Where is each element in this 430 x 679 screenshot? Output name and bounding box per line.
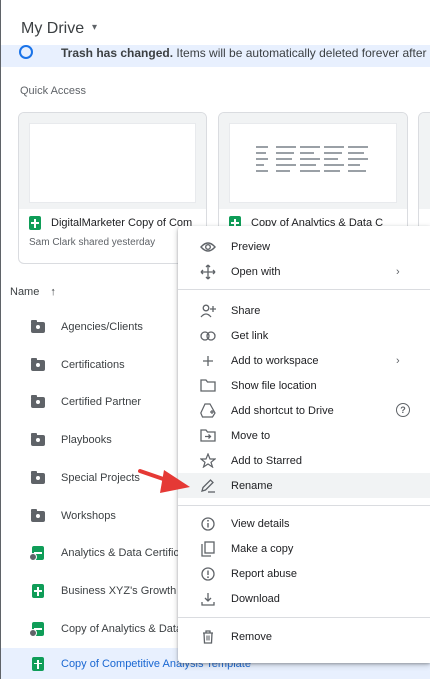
menu-item-view-details[interactable]: View details — [178, 511, 430, 536]
google-sheets-icon — [31, 584, 45, 598]
pencil-icon — [198, 478, 218, 493]
shared-sheets-icon — [29, 622, 45, 637]
menu-item-label: Show file location — [231, 379, 317, 392]
shared-folder-icon — [31, 394, 45, 408]
list-item-label: Business XYZ's Growth Sc — [61, 585, 193, 597]
star-icon — [198, 453, 218, 468]
menu-item-label: Add to Starred — [231, 454, 302, 467]
list-item-label: Workshops — [61, 510, 116, 522]
menu-item-label: View details — [231, 517, 290, 530]
menu-item-report-abuse[interactable]: Report abuse — [178, 561, 430, 586]
menu-divider — [178, 505, 430, 506]
trash-icon — [198, 629, 218, 644]
menu-item-show-file-location[interactable]: Show file location — [178, 373, 430, 398]
menu-item-open-with[interactable]: Open with › — [178, 259, 430, 284]
info-icon — [19, 45, 33, 59]
menu-item-get-link[interactable]: Get link — [178, 323, 430, 348]
list-item-label: Agencies/Clients — [61, 321, 143, 333]
drive-shortcut-icon — [198, 403, 218, 418]
list-item-label: Certified Partner — [61, 396, 142, 408]
menu-item-make-a-copy[interactable]: Make a copy — [178, 536, 430, 561]
google-sheets-icon — [29, 216, 41, 230]
list-item-label: Copy of Analytics & Data C — [61, 623, 194, 635]
sort-arrow-icon[interactable]: ↑ — [50, 286, 56, 298]
menu-item-add-to-starred[interactable]: Add to Starred — [178, 448, 430, 473]
shared-folder-icon — [31, 319, 45, 333]
annotation-arrow — [138, 469, 190, 493]
chevron-down-icon[interactable]: ▾ — [92, 22, 97, 33]
menu-item-label: Remove — [231, 630, 272, 643]
download-icon — [198, 592, 218, 606]
thumbnail-page — [29, 123, 196, 203]
card-file-row: DigitalMarketer Copy of Com — [29, 216, 200, 230]
menu-item-label: Move to — [231, 429, 271, 442]
menu-item-add-shortcut[interactable]: Add shortcut to Drive ? — [178, 398, 430, 423]
menu-item-label: Open with — [231, 265, 281, 278]
menu-item-move-to[interactable]: Move to — [178, 423, 430, 448]
menu-item-download[interactable]: Download — [178, 586, 430, 611]
menu-item-label: Make a copy — [231, 542, 294, 555]
card-activity: Sam Clark shared yesterday — [29, 237, 156, 248]
menu-item-share[interactable]: Share — [178, 298, 430, 323]
alert-icon — [198, 566, 218, 581]
menu-item-rename[interactable]: Rename — [178, 473, 430, 498]
card-thumbnail — [19, 113, 206, 209]
menu-item-remove[interactable]: Remove — [178, 624, 430, 649]
banner-body-text: Items will be automatically deleted fore… — [176, 46, 430, 60]
card-file-name: DigitalMarketer Copy of Com — [51, 217, 193, 229]
menu-divider — [178, 617, 430, 618]
menu-item-preview[interactable]: Preview — [178, 234, 430, 259]
eye-icon — [198, 241, 218, 253]
trash-banner: Trash has changed. Items will be automat… — [1, 45, 430, 67]
google-sheets-icon — [31, 656, 45, 671]
list-item-label: Playbooks — [61, 434, 112, 446]
menu-item-label: Add to workspace — [231, 354, 319, 367]
thumbnail-page — [229, 123, 397, 203]
copy-icon — [198, 540, 218, 557]
menu-item-label: Report abuse — [231, 567, 298, 580]
move-to-icon — [198, 429, 218, 442]
shared-folder-icon — [31, 357, 45, 371]
menu-item-label: Add shortcut to Drive — [231, 404, 334, 417]
my-drive-title[interactable]: My Drive — [21, 20, 84, 38]
list-item-label: Special Projects — [61, 472, 140, 484]
menu-item-label: Share — [231, 304, 261, 317]
info-icon — [198, 516, 218, 531]
shared-folder-icon — [31, 432, 45, 446]
shared-folder-icon — [31, 470, 45, 484]
name-column-header[interactable]: Name ↑ — [10, 286, 56, 298]
shared-folder-icon — [31, 508, 45, 522]
plus-icon — [198, 355, 218, 367]
quick-access-heading: Quick Access — [20, 85, 87, 97]
menu-divider — [178, 289, 430, 290]
name-column-label: Name — [10, 286, 40, 298]
menu-item-label: Preview — [231, 240, 271, 253]
banner-text: Trash has changed. Items will be automat… — [61, 46, 430, 60]
shared-sheets-icon — [29, 546, 45, 561]
move-icon — [198, 264, 218, 280]
folder-outline-icon — [198, 379, 218, 392]
help-icon[interactable]: ? — [396, 403, 410, 417]
context-menu: Preview Open with › Share Get link Add t… — [178, 226, 430, 663]
list-item-label: Analytics & Data Certificat — [61, 547, 189, 559]
card-thumbnail — [219, 113, 407, 209]
chevron-right-icon: › — [396, 265, 400, 278]
menu-item-label: Get link — [231, 329, 269, 342]
card-thumbnail — [419, 113, 430, 209]
chevron-right-icon: › — [396, 354, 400, 367]
list-item-label: Certifications — [61, 359, 125, 371]
menu-item-label: Rename — [231, 479, 273, 492]
banner-bold-text: Trash has changed. — [61, 46, 174, 60]
person-add-icon — [198, 304, 218, 318]
link-icon — [198, 330, 218, 341]
menu-item-add-to-workspace[interactable]: Add to workspace › — [178, 348, 430, 373]
menu-item-label: Download — [231, 592, 280, 605]
